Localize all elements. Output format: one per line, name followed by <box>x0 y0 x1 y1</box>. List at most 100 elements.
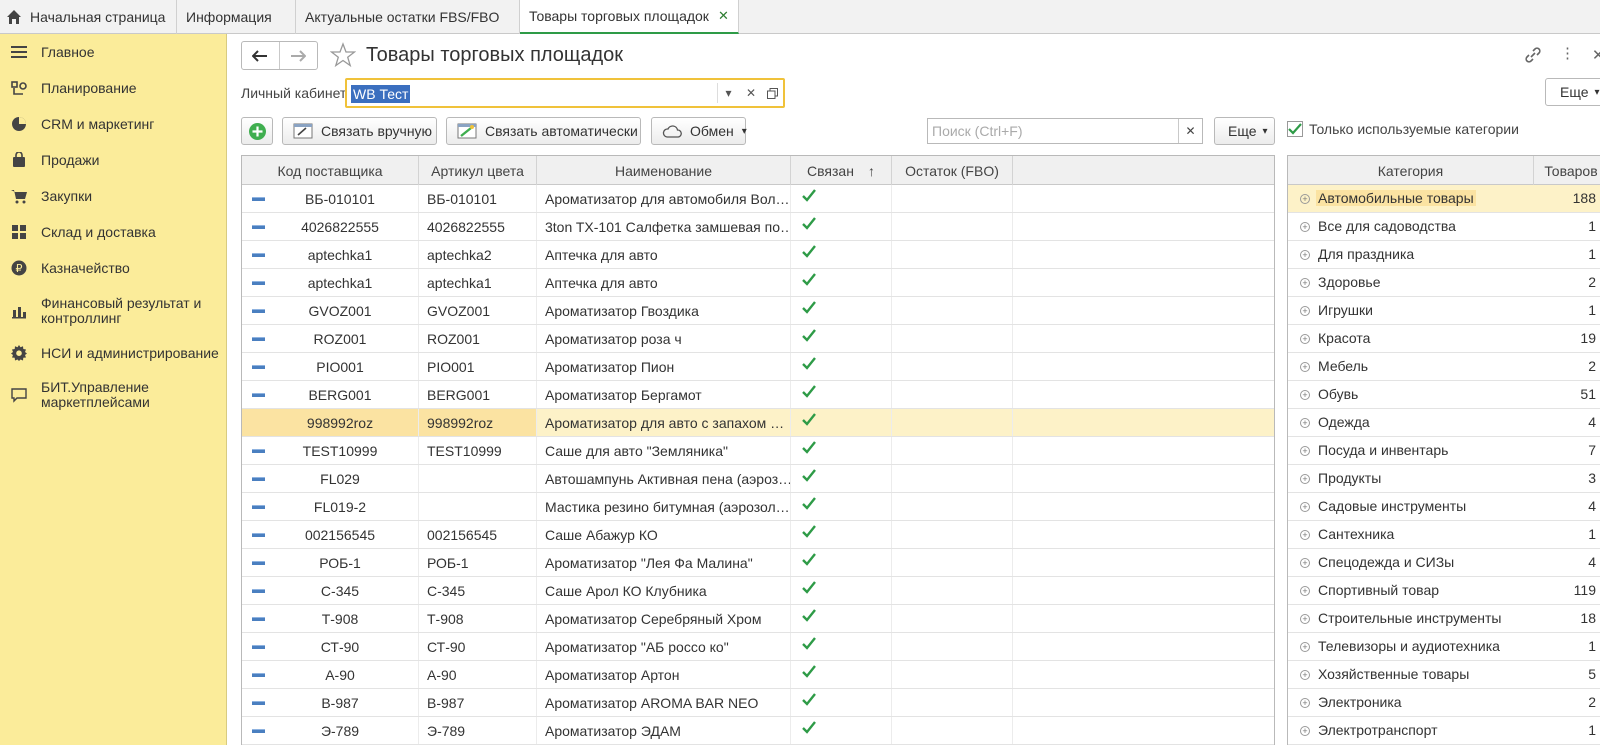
category-row[interactable]: + Электроника 2 <box>1288 689 1600 717</box>
category-row[interactable]: + Спецодежда и СИЗы 4 <box>1288 549 1600 577</box>
sidebar-item-purchases[interactable]: Закупки <box>0 187 227 205</box>
sidebar-item-planning[interactable]: Планирование <box>0 79 227 97</box>
only-used-categories[interactable]: Только используемые категории <box>1287 121 1519 137</box>
search-clear-icon[interactable]: ✕ <box>1178 119 1202 143</box>
tab-stock[interactable]: Актуальные остатки FBS/FBO <box>296 0 520 34</box>
expand-icon[interactable]: + <box>1300 726 1310 736</box>
link-manual-button[interactable]: Связать вручную <box>282 117 437 145</box>
expand-icon[interactable]: + <box>1300 474 1310 484</box>
sidebar-item-treasury[interactable]: ₽ Казначейство <box>0 259 227 277</box>
tab-home[interactable]: Начальная страница <box>0 0 177 34</box>
open-icon[interactable] <box>761 83 783 103</box>
only-used-checkbox[interactable] <box>1287 121 1303 137</box>
sidebar-item-finance[interactable]: Финансовый результат и контроллинг <box>0 295 227 327</box>
category-row[interactable]: + Хозяйственные товары 5 <box>1288 661 1600 689</box>
more-button[interactable]: Еще ▾ <box>1214 117 1275 145</box>
table-row[interactable]: В-987 В-987 Ароматизатор AROMA BAR NEO <box>242 689 1274 717</box>
category-row[interactable]: + Продукты 3 <box>1288 465 1600 493</box>
table-row[interactable]: aptechka1 aptechka2 Аптечка для авто <box>242 241 1274 269</box>
add-button[interactable] <box>241 117 273 145</box>
account-field[interactable]: WB Тест ▾ ✕ <box>345 78 785 108</box>
category-row[interactable]: + Обувь 51 <box>1288 381 1600 409</box>
table-row[interactable]: FL029 Автошампунь Активная пена (аэроз… <box>242 465 1274 493</box>
exchange-button[interactable]: Обмен ▾ <box>651 117 747 145</box>
table-row[interactable]: Т-908 Т-908 Ароматизатор Серебряный Хром <box>242 605 1274 633</box>
close-icon[interactable]: ✕ <box>1592 46 1600 64</box>
expand-icon[interactable]: + <box>1300 278 1310 288</box>
sidebar-item-sales[interactable]: Продажи <box>0 151 227 169</box>
col-category[interactable]: Категория <box>1288 156 1534 185</box>
table-row[interactable]: 998992roz 998992roz Ароматизатор для авто … <box>242 409 1274 437</box>
favorite-star-icon[interactable] <box>330 42 356 68</box>
close-tab-icon[interactable]: ✕ <box>718 8 729 24</box>
col-fbo-stock[interactable]: Остаток (FBO) <box>892 156 1013 185</box>
expand-icon[interactable]: + <box>1300 670 1310 680</box>
table-row[interactable]: GVOZ001 GVOZ001 Ароматизатор Гвоздика <box>242 297 1274 325</box>
sidebar-item-main[interactable]: Главное <box>0 43 227 61</box>
category-row[interactable]: + Садовые инструменты 4 <box>1288 493 1600 521</box>
search-input[interactable] <box>928 119 1178 143</box>
table-row[interactable]: FL019-2 Мастика резино битумная (аэрозол… <box>242 493 1274 521</box>
more-button-top[interactable]: Еще ▾ <box>1545 78 1600 106</box>
expand-icon[interactable]: + <box>1300 334 1310 344</box>
category-row[interactable]: + Телевизоры и аудиотехника 1 <box>1288 633 1600 661</box>
category-row[interactable]: + Строительные инструменты 18 <box>1288 605 1600 633</box>
table-row[interactable]: 4026822555 4026822555 3ton TX-101 Салфетка… <box>242 213 1274 241</box>
clear-icon[interactable]: ✕ <box>740 83 762 103</box>
expand-icon[interactable]: + <box>1300 194 1310 204</box>
expand-icon[interactable]: + <box>1300 530 1310 540</box>
category-row[interactable]: + Здоровье 2 <box>1288 269 1600 297</box>
expand-icon[interactable]: + <box>1300 306 1310 316</box>
category-row[interactable]: + Для праздника 1 <box>1288 241 1600 269</box>
category-row[interactable]: + Автомобильные товары 188 <box>1288 185 1600 213</box>
more-vert-icon[interactable]: ⋮ <box>1560 44 1575 62</box>
expand-icon[interactable]: + <box>1300 250 1310 260</box>
col-linked[interactable]: Связан ↑ <box>791 156 892 185</box>
col-name[interactable]: Наименование <box>537 156 791 185</box>
expand-icon[interactable]: + <box>1300 642 1310 652</box>
table-row[interactable]: TEST10999 TEST10999 Саше для авто "Земляни… <box>242 437 1274 465</box>
category-row[interactable]: + Одежда 4 <box>1288 409 1600 437</box>
tab-info[interactable]: Информация <box>177 0 296 34</box>
table-row[interactable]: С-345 С-345 Саше Арол КО Клубника <box>242 577 1274 605</box>
category-row[interactable]: + Сантехника 1 <box>1288 521 1600 549</box>
table-row[interactable]: РОБ-1 РОБ-1 Ароматизатор "Лея Фа Малина" <box>242 549 1274 577</box>
category-row[interactable]: + Мебель 2 <box>1288 353 1600 381</box>
col-goods-count[interactable]: Товаров <box>1534 156 1600 185</box>
expand-icon[interactable]: + <box>1300 698 1310 708</box>
expand-icon[interactable]: + <box>1300 614 1310 624</box>
sidebar-item-admin[interactable]: НСИ и администрирование <box>0 344 227 362</box>
table-row[interactable]: ВБ-010101 ВБ-010101 Ароматизатор для автом… <box>242 185 1274 213</box>
expand-icon[interactable]: + <box>1300 362 1310 372</box>
expand-icon[interactable]: + <box>1300 418 1310 428</box>
tab-marketplace-goods[interactable]: Товары торговых площадок ✕ <box>520 0 739 34</box>
expand-icon[interactable]: + <box>1300 446 1310 456</box>
category-row[interactable]: + Электротранспорт 1 <box>1288 717 1600 745</box>
category-row[interactable]: + Все для садоводства 1 <box>1288 213 1600 241</box>
expand-icon[interactable]: + <box>1300 222 1310 232</box>
sidebar-item-warehouse[interactable]: Склад и доставка <box>0 223 227 241</box>
col-supplier-code[interactable]: Код поставщика <box>242 156 419 185</box>
table-row[interactable]: А-90 А-90 Ароматизатор Артон <box>242 661 1274 689</box>
expand-icon[interactable]: + <box>1300 586 1310 596</box>
category-row[interactable]: + Спортивный товар 119 <box>1288 577 1600 605</box>
sidebar-item-marketplaces[interactable]: БИТ.Управление маркетплейсами <box>0 379 227 411</box>
expand-icon[interactable]: + <box>1300 558 1310 568</box>
table-row[interactable]: СТ-90 СТ-90 Ароматизатор "АБ россо ко" <box>242 633 1274 661</box>
forward-button[interactable] <box>280 42 318 69</box>
back-button[interactable] <box>242 42 280 69</box>
category-row[interactable]: + Красота 19 <box>1288 325 1600 353</box>
col-color-article[interactable]: Артикул цвета <box>419 156 537 185</box>
table-row[interactable]: ROZ001 ROZ001 Ароматизатор роза ч <box>242 325 1274 353</box>
dropdown-icon[interactable]: ▾ <box>717 83 739 103</box>
table-row[interactable]: Э-789 Э-789 Ароматизатор ЭДАМ <box>242 717 1274 745</box>
expand-icon[interactable]: + <box>1300 390 1310 400</box>
category-row[interactable]: + Посуда и инвентарь 7 <box>1288 437 1600 465</box>
table-row[interactable]: BERG001 BERG001 Ароматизатор Бергамот <box>242 381 1274 409</box>
category-row[interactable]: + Игрушки 1 <box>1288 297 1600 325</box>
link-auto-button[interactable]: Связать автоматически <box>446 117 641 145</box>
link-icon[interactable] <box>1524 46 1542 64</box>
search-field[interactable]: ✕ <box>927 118 1203 144</box>
expand-icon[interactable]: + <box>1300 502 1310 512</box>
table-row[interactable]: 002156545 002156545 Саше Абажур КО <box>242 521 1274 549</box>
